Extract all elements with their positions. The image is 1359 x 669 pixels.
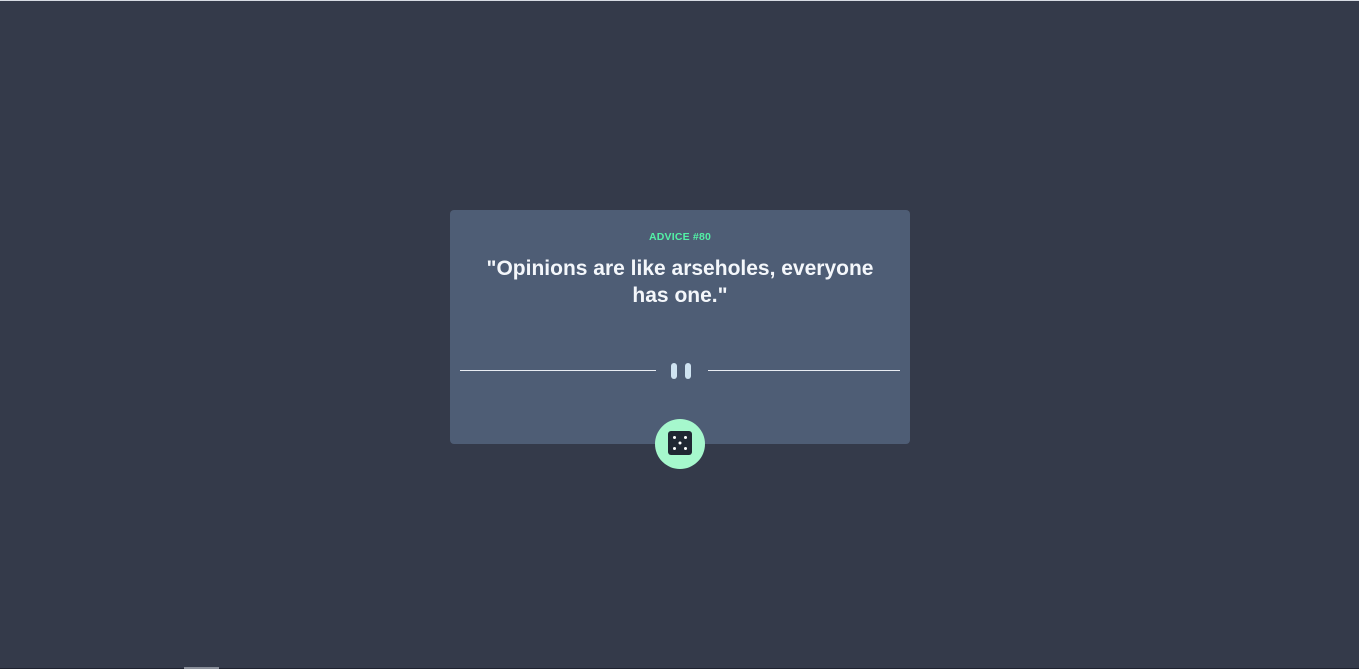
advice-card: ADVICE #80 "Opinions are like arseholes,…: [450, 210, 910, 444]
pause-icon: [671, 363, 692, 379]
top-border: [0, 0, 1359, 1]
divider-line-right: [708, 370, 900, 371]
divider-line-left: [460, 370, 656, 371]
advice-id: ADVICE #80: [648, 231, 712, 243]
advice-quote: "Opinions are like arseholes, everyone h…: [486, 257, 874, 307]
new-advice-button[interactable]: [655, 419, 705, 469]
dice-icon: [668, 431, 692, 455]
